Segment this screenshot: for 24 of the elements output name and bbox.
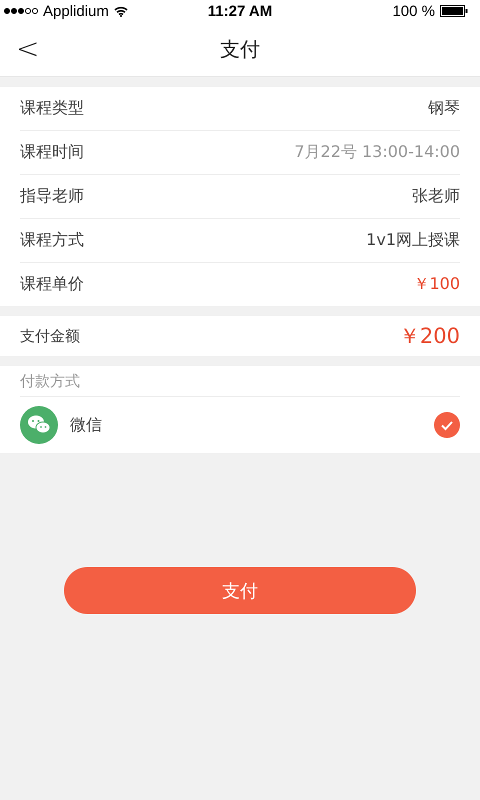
status-time: 11:27 AM	[208, 2, 272, 20]
detail-label: 课程单价	[20, 274, 84, 295]
selected-radio[interactable]	[434, 412, 460, 438]
detail-label: 课程方式	[20, 230, 84, 251]
amount-value: ￥200	[398, 323, 460, 350]
detail-value: 张老师	[412, 186, 460, 207]
carrier-name: Applidium	[43, 2, 109, 20]
amount-label: 支付金额	[20, 326, 80, 346]
battery-percent: 100 %	[392, 2, 435, 20]
detail-label: 课程类型	[20, 98, 84, 119]
detail-value: 1v1网上授课	[366, 230, 460, 251]
back-button[interactable]: <	[10, 32, 46, 65]
chat-bubbles-icon	[20, 406, 58, 444]
battery-icon	[440, 5, 468, 17]
detail-value: 7月22号 13:00-14:00	[294, 142, 460, 163]
detail-value: ￥100	[413, 274, 460, 295]
detail-label: 课程时间	[20, 142, 84, 163]
payment-method-name: 微信	[70, 414, 103, 436]
detail-value: 钢琴	[428, 98, 460, 119]
section-heading: 付款方式	[20, 366, 460, 397]
page-title: 支付	[220, 36, 260, 62]
wifi-icon	[114, 6, 128, 16]
detail-label: 指导老师	[20, 186, 84, 207]
signal-icon	[4, 8, 38, 14]
